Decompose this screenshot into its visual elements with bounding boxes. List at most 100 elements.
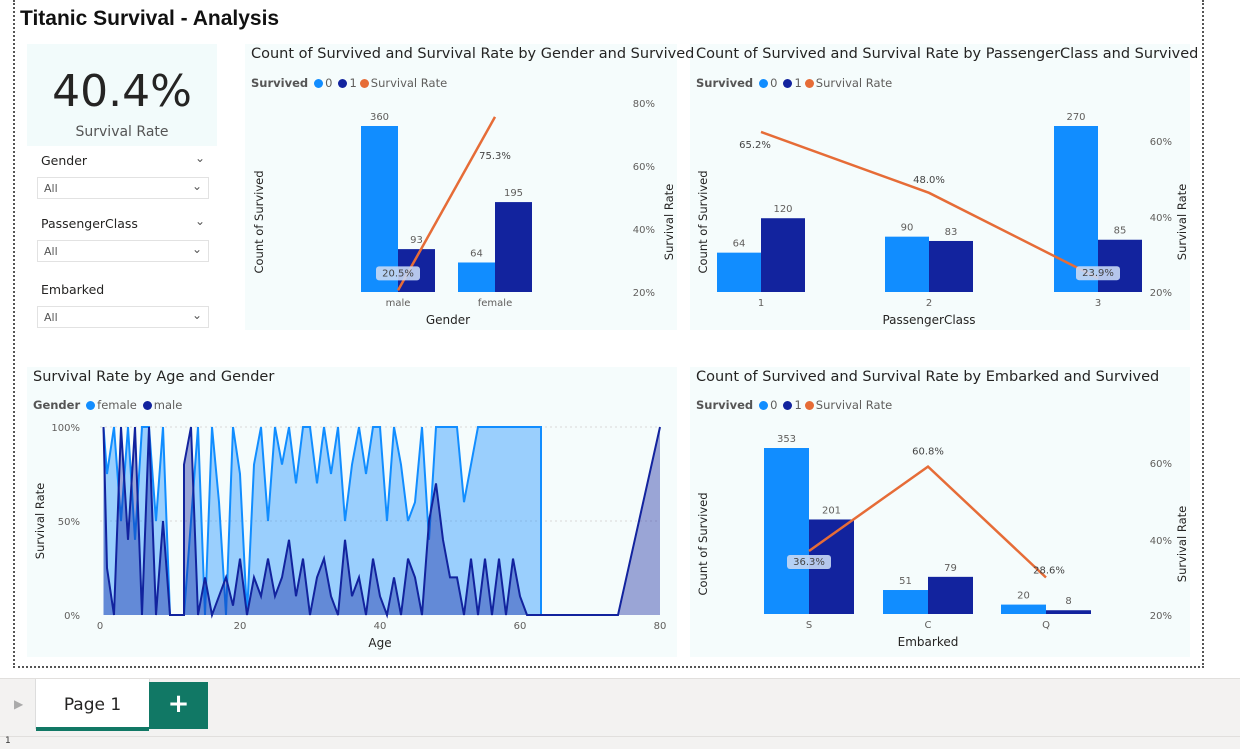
bar [885, 236, 929, 292]
status-bar: 1 [0, 736, 1240, 749]
data-label: 8 [1065, 596, 1071, 607]
data-label: 270 [1066, 112, 1085, 123]
legend-item: 1 [794, 76, 802, 90]
y2-axis-title: Survival Rate [662, 184, 676, 260]
slicer-class-title: PassengerClass [41, 216, 138, 231]
bar [928, 576, 973, 614]
bar [1046, 610, 1091, 614]
legend-dot [314, 79, 324, 88]
bar [1098, 239, 1142, 292]
kpi-value: 40.4% [52, 66, 192, 117]
data-label: 64 [733, 239, 746, 250]
chart-title-class: Count of Survived and Survival Rate by P… [696, 46, 1199, 62]
x-tick-label: 20 [234, 621, 247, 632]
legend-title: Survived [696, 398, 754, 412]
chevron-down-icon[interactable]: ⌄ [195, 214, 205, 228]
legend-dot [86, 401, 96, 410]
legend-dot [142, 401, 152, 410]
y-axis-title: Count of Survived [252, 170, 266, 273]
line-data-label: 28.6% [1033, 565, 1065, 576]
legend-item: 1 [349, 76, 357, 90]
legend-item: 1 [794, 398, 802, 412]
y2-tick-label: 40% [1150, 536, 1172, 547]
legend-dot [804, 401, 814, 410]
x-tick-label: 2 [926, 298, 932, 309]
chart-embarked[interactable]: 353 201 S 51 79 C 20 8 Q 36.3% 60.8% 28.6% 60% 40% 20%… [690, 418, 1190, 657]
legend-item: Survival Rate [815, 398, 893, 412]
y-tick-label: 0% [64, 611, 80, 622]
legend-embarked: Survived 0 1 Survival Rate [696, 398, 892, 412]
legend-dot [338, 79, 348, 88]
legend-dot [759, 401, 769, 410]
chevron-down-icon: ⌄ [191, 308, 202, 322]
slicer-embarked-value: All [44, 311, 58, 324]
data-label: 195 [504, 188, 523, 199]
data-label: 51 [899, 576, 912, 587]
x-axis-title: Gender [426, 313, 470, 327]
data-label: 90 [901, 223, 914, 234]
legend-item: 0 [325, 76, 333, 90]
bar [929, 240, 973, 292]
legend-item: female [97, 398, 137, 412]
slicer-gender-value: All [44, 182, 58, 195]
chevron-right-icon[interactable]: ▶ [14, 697, 23, 711]
data-label: 93 [410, 235, 423, 246]
slicer-embarked-title: Embarked [41, 282, 105, 297]
y2-tick-label: 40% [1150, 213, 1172, 224]
y2-tick-label: 20% [633, 288, 655, 299]
line-data-label: 65.2% [739, 140, 771, 151]
legend-title: Survived [251, 76, 309, 90]
x-tick-label: 80 [654, 621, 667, 632]
y2-tick-label: 60% [1150, 459, 1172, 470]
legend-item: Survival Rate [370, 76, 448, 90]
x-axis-title: Embarked [898, 635, 959, 649]
legend-dot [783, 79, 793, 88]
legend-gender: Survived 0 1 Survival Rate [251, 76, 447, 90]
slicer-class-value: All [44, 245, 58, 258]
y2-tick-label: 20% [1150, 288, 1172, 299]
legend-item: 0 [770, 398, 778, 412]
x-tick-label: 3 [1095, 298, 1101, 309]
add-page-button[interactable]: + [149, 682, 208, 729]
y2-axis-title: Survival Rate [1175, 506, 1189, 582]
legend-item: male [153, 398, 183, 412]
y2-tick-label: 80% [633, 99, 655, 110]
chevron-down-icon[interactable]: ⌄ [195, 151, 205, 165]
legend-title: Gender [33, 398, 81, 412]
legend-item: 0 [770, 76, 778, 90]
chart-title-embarked: Count of Survived and Survival Rate by E… [696, 369, 1160, 385]
kpi-label: Survival Rate [75, 124, 169, 140]
data-label: 360 [370, 112, 389, 123]
y-tick-label: 100% [51, 423, 80, 434]
data-label: 79 [944, 563, 957, 574]
bar [761, 218, 805, 292]
line-data-label: 60.8% [912, 447, 944, 458]
page-number: 1 [5, 736, 11, 746]
bar [717, 252, 761, 292]
line-data-label: 20.5% [382, 268, 414, 279]
legend-title: Survived [696, 76, 754, 90]
bar [458, 262, 495, 292]
slicer-class-dropdown[interactable]: All ⌄ [37, 240, 209, 262]
y-tick-label: 50% [58, 517, 80, 528]
data-label: 201 [822, 505, 841, 516]
legend-class: Survived 0 1 Survival Rate [696, 76, 892, 90]
page-tab-bar: ▶ Page 1 + [0, 678, 1240, 737]
chart-age[interactable]: 100% 50% 0% 0 20 40 60 80 Age Survival Rate [27, 412, 677, 657]
y2-axis-title: Survival Rate [1175, 184, 1189, 260]
slicer-gender-title: Gender [41, 153, 88, 168]
slicer-embarked-dropdown[interactable]: All ⌄ [37, 306, 209, 328]
line-data-label: 36.3% [793, 557, 825, 568]
kpi-card[interactable]: 40.4% Survival Rate [27, 44, 217, 146]
slicer-gender-dropdown[interactable]: All ⌄ [37, 177, 209, 199]
line-data-label: 23.9% [1082, 268, 1114, 279]
tab-page-1[interactable]: Page 1 [35, 679, 150, 731]
chart-gender[interactable]: 360 93 male 64 195 female 20.5% 75.3% 80% 60% 40% 2… [245, 95, 677, 330]
x-tick-label: Q [1042, 620, 1050, 631]
data-label: 353 [777, 434, 796, 445]
data-label: 20 [1017, 591, 1030, 602]
tab-active-indicator [36, 727, 149, 731]
x-axis-title: PassengerClass [882, 313, 975, 327]
data-label: 83 [945, 227, 958, 238]
chart-class[interactable]: 64 120 1 90 83 2 270 85 3 65.2% 48.0% 23.9% 60% 40% 20… [690, 95, 1190, 330]
